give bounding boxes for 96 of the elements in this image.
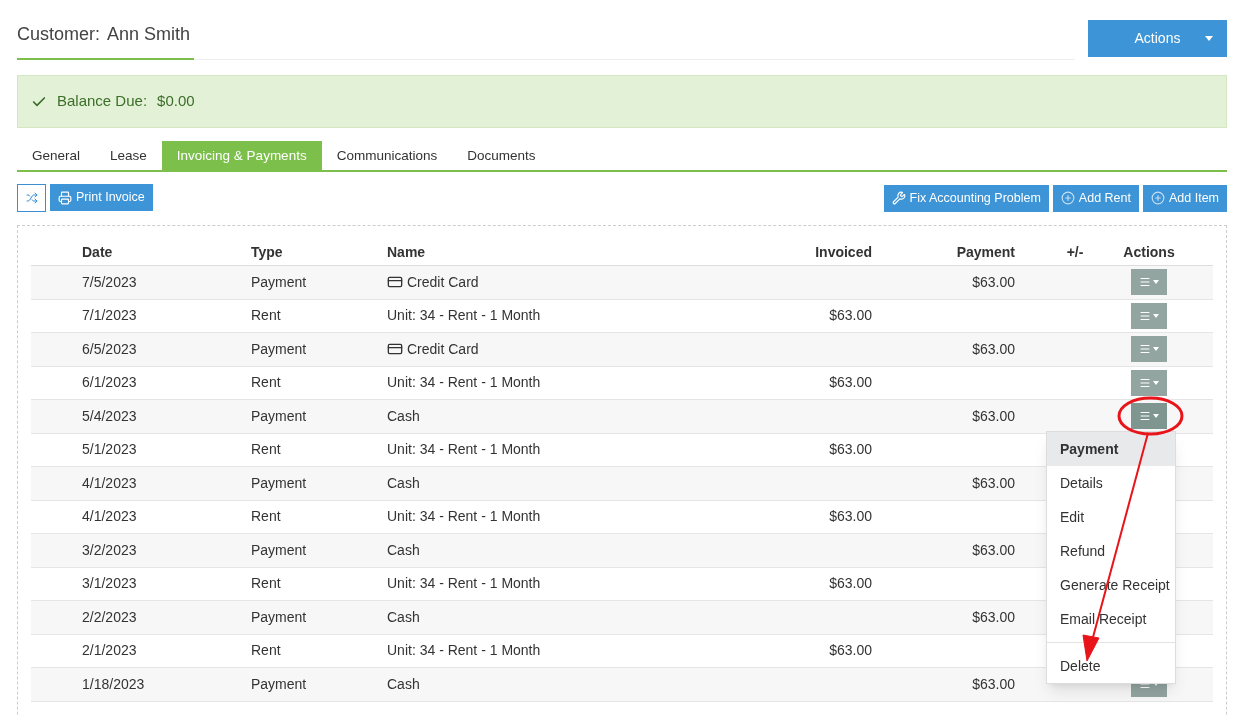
table-cell-text: Credit Card xyxy=(407,339,479,359)
table-cell-text: Rent xyxy=(251,306,282,326)
table-cell-text: Unit: 34 - Rent - 1 Month xyxy=(387,440,541,460)
row-menu-button[interactable] xyxy=(1131,269,1167,296)
tab[interactable]: Documents xyxy=(452,141,551,171)
table-cell: $63.00 xyxy=(972,340,1015,357)
caret-icon xyxy=(1153,313,1159,318)
table-cell: $63.00 xyxy=(829,374,872,391)
shuffle-icon xyxy=(25,192,38,204)
caret-icon xyxy=(1153,280,1159,285)
menu-header: Payment xyxy=(1047,432,1175,467)
highlight-circle xyxy=(1117,395,1184,438)
customer-label: Customer: xyxy=(17,23,101,46)
printer-icon xyxy=(58,190,72,205)
menu-item[interactable]: Email Receipt xyxy=(1047,602,1175,637)
table-cell-text: Unit: 34 - Rent - 1 Month xyxy=(387,306,541,326)
table-cell: $63.00 xyxy=(972,273,1015,290)
tab[interactable]: General xyxy=(17,141,96,171)
menu-item[interactable]: Delete xyxy=(1047,649,1175,684)
menu-item[interactable]: Refund xyxy=(1047,534,1175,569)
table-cell: $63.00 xyxy=(829,508,872,525)
shuffle-button[interactable] xyxy=(17,184,46,212)
table-cell-text: Payment xyxy=(251,674,308,694)
table-cell: $63.00 xyxy=(972,407,1015,424)
customer-name: Ann Smith xyxy=(107,23,191,46)
table-cell-text: Payment xyxy=(251,607,308,627)
row-menu-button[interactable] xyxy=(1131,369,1167,396)
table-cell-text: 5/4/2023 xyxy=(82,406,138,426)
table-cell-text: 3/1/2023 xyxy=(82,574,138,594)
row-menu-button[interactable] xyxy=(1131,403,1167,430)
caret-icon xyxy=(1153,380,1159,385)
table-cell-text: Payment xyxy=(251,272,308,292)
table-cell-text: 7/5/2023 xyxy=(82,272,138,292)
table-cell-text: 5/1/2023 xyxy=(82,440,138,460)
table-cell-text: 2/1/2023 xyxy=(82,641,138,661)
table-cell-text: Unit: 34 - Rent - 1 Month xyxy=(387,507,541,527)
table-cell-text: Rent xyxy=(251,574,282,594)
table-cell-text: 4/1/2023 xyxy=(82,507,138,527)
table-cell-text: Cash xyxy=(387,540,420,560)
column-header: Payment xyxy=(955,243,1015,262)
table-cell-text: Payment xyxy=(251,406,308,426)
menu-icon xyxy=(1139,376,1151,389)
table-cell-text: Cash xyxy=(387,674,420,694)
plus-circle-icon xyxy=(1150,191,1165,205)
balance-label: Balance Due: xyxy=(57,91,148,112)
column-header: Name xyxy=(387,243,427,262)
plus-circle-icon xyxy=(1060,191,1075,205)
table-cell-text: Rent xyxy=(251,641,282,661)
table-cell-text: Payment xyxy=(251,473,308,493)
table-cell: $63.00 xyxy=(972,541,1015,558)
row-menu-button[interactable] xyxy=(1131,336,1167,363)
column-header: Actions xyxy=(1122,243,1176,262)
table-cell-text: Unit: 34 - Rent - 1 Month xyxy=(387,641,541,661)
table-cell-text: 3/2/2023 xyxy=(82,540,138,560)
table-cell-text: 2/2/2023 xyxy=(82,607,138,627)
table-cell-text: 7/1/2023 xyxy=(82,306,138,326)
table-cell: $63.00 xyxy=(829,441,872,458)
table-cell-text: 1/18/2023 xyxy=(82,674,146,694)
table-cell-text: Cash xyxy=(387,473,420,493)
balance-value: $0.00 xyxy=(157,91,195,112)
table-cell-text: 4/1/2023 xyxy=(82,473,138,493)
column-header: Invoiced xyxy=(814,243,872,262)
row-menu-button[interactable] xyxy=(1131,302,1167,329)
tab[interactable]: Lease xyxy=(95,141,162,171)
table-cell: $63.00 xyxy=(972,474,1015,491)
table-cell-text: 6/1/2023 xyxy=(82,373,138,393)
tab[interactable]: Communications xyxy=(321,141,453,171)
table-cell-text: Cash xyxy=(387,607,420,627)
table-cell-text: Rent xyxy=(251,440,282,460)
table-cell-text: Credit Card xyxy=(407,272,479,292)
table-cell-text: Payment xyxy=(251,339,308,359)
caret-icon xyxy=(1205,36,1213,41)
column-header: +/- xyxy=(1065,243,1085,262)
table-cell: $63.00 xyxy=(829,575,872,592)
caret-icon xyxy=(1153,347,1159,352)
table-cell-text: Unit: 34 - Rent - 1 Month xyxy=(387,373,541,393)
column-header: Type xyxy=(251,243,284,262)
caret-icon xyxy=(1153,414,1159,419)
table-cell-text: Cash xyxy=(387,406,420,426)
menu-icon xyxy=(1139,276,1151,289)
table-cell: $63.00 xyxy=(972,675,1015,692)
menu-item[interactable]: Details xyxy=(1047,466,1175,501)
menu-icon xyxy=(1139,410,1151,423)
menu-icon xyxy=(1139,309,1151,322)
menu-icon xyxy=(1139,343,1151,356)
table-cell-text: Payment xyxy=(251,540,308,560)
table-cell-text: Unit: 34 - Rent - 1 Month xyxy=(387,574,541,594)
table-cell-text: Rent xyxy=(251,507,282,527)
table-cell: $63.00 xyxy=(829,307,872,324)
column-header: Date xyxy=(82,243,114,262)
table-cell: $63.00 xyxy=(829,642,872,659)
menu-item[interactable]: Edit xyxy=(1047,500,1175,535)
wrench-icon xyxy=(891,191,906,205)
table-cell-text: 6/5/2023 xyxy=(82,339,138,359)
table-cell-text: Rent xyxy=(251,373,282,393)
table-cell: $63.00 xyxy=(972,608,1015,625)
